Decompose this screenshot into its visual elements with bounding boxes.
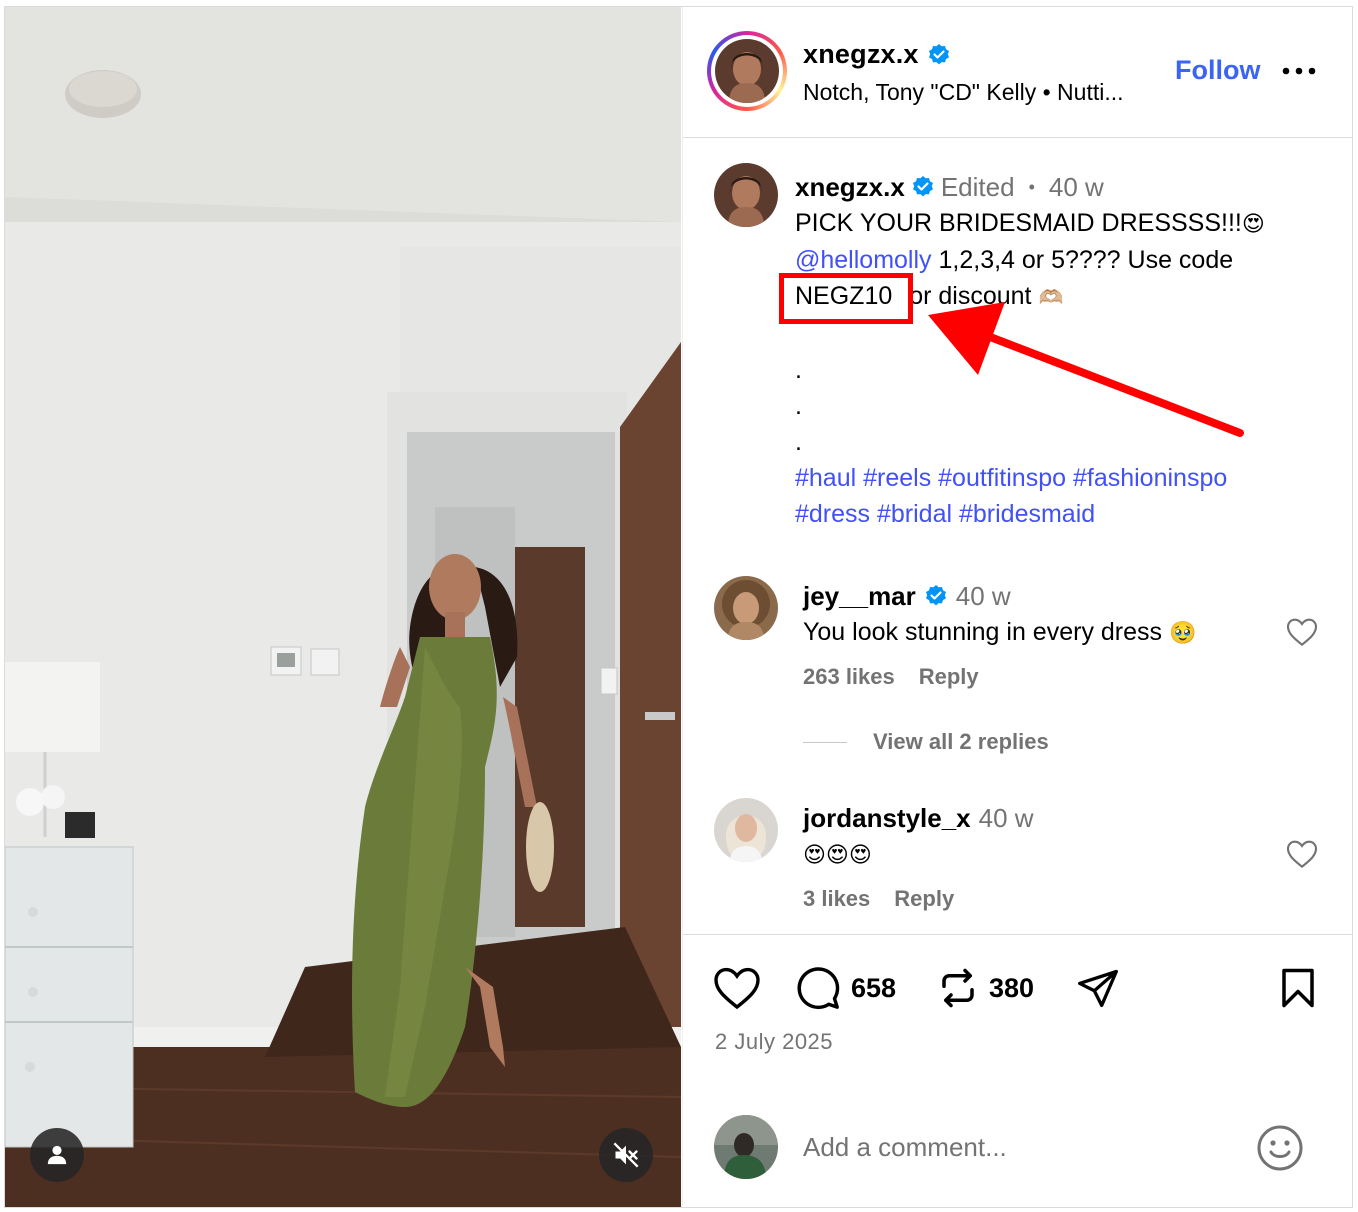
view-replies-label: View all 2 replies [873,729,1049,754]
separator-dot: • [1028,177,1035,197]
comment-text: 😍😍😍 [803,842,872,867]
repost-count: 380 [989,972,1035,1003]
caption-line-2: 1,2,3,4 or 5???? Use code [931,246,1234,274]
repost-button[interactable]: 380 [937,967,1034,1009]
heart-outline-icon [714,967,760,1010]
commenter-username[interactable]: jey__mar [803,578,916,614]
commenter-username[interactable]: jordanstyle_x [803,800,971,836]
save-button[interactable] [1279,967,1317,1009]
audio-track-link[interactable]: Notch, Tony "CD" Kelly • Nutti... [803,79,1124,106]
pleading-face-emoji: 🥹 [1168,620,1197,645]
comments-scroll-area[interactable]: xnegzx.x Edited • 40 w PICK YOUR BRIDESM… [683,139,1352,934]
verified-badge-icon [912,176,933,197]
comment-bubble-icon [797,967,840,1010]
post-date[interactable]: 2 July 2025 [715,1029,833,1055]
more-horizontal-icon [1282,67,1316,75]
commenter-avatar[interactable] [714,576,778,640]
discount-code: NEGZ10 [795,282,893,310]
follow-button[interactable]: Follow [1175,55,1260,86]
post-actions: 658 380 2 July 2025 [683,934,1352,1097]
caption-author-avatar[interactable] [714,163,778,227]
verified-badge-icon [925,585,946,606]
comment-timestamp[interactable]: 40 w [979,800,1034,836]
edited-label: Edited [940,172,1015,202]
reply-button[interactable]: Reply [919,664,979,690]
repost-icon [942,968,974,1008]
reply-button[interactable]: Reply [894,886,954,912]
comment-likes-count[interactable]: 263 likes [803,664,895,690]
post-modal: xnegzx.x Notch, Tony "CD" Kelly • Nutti.… [4,6,1353,1208]
comment-button[interactable]: 658 [795,967,897,1010]
heart-outline-icon [1286,840,1318,869]
hashtags-line-1[interactable]: #haul #reels #outfitinspo #fashioninspo [795,460,1335,496]
caption-line-1: PICK YOUR BRIDESMAID DRESSSS!!! [795,209,1242,237]
replies-divider [803,741,847,743]
video-frame-image [5,7,681,1207]
caption-dot-3: . [795,428,802,456]
comment-likes-count[interactable]: 3 likes [803,886,870,912]
heart-hands-emoji: 🫶🏼 [1038,287,1064,309]
current-user-avatar [714,1115,778,1179]
more-options-button[interactable] [1279,59,1319,83]
send-paper-plane-icon [1078,969,1118,1008]
commenter-avatar[interactable] [714,798,778,862]
author-username-row[interactable]: xnegzx.x [803,39,951,70]
hashtags-line-2[interactable]: #dress #bridal #bridesmaid [795,496,1335,532]
caption-timestamp[interactable]: 40 w [1049,169,1104,205]
user-icon [47,1145,67,1165]
view-replies-button[interactable]: View all 2 replies [803,729,1049,755]
heart-eyes-emoji: 😍 [1241,211,1265,236]
post-header: xnegzx.x Notch, Tony "CD" Kelly • Nutti.… [683,7,1352,138]
speaker-muted-icon [613,1142,639,1168]
caption-line-3: or discount [902,282,1039,310]
post-video[interactable] [5,7,681,1207]
bookmark-icon [1282,968,1314,1008]
like-comment-button[interactable] [1284,836,1320,872]
post-details-panel: xnegzx.x Notch, Tony "CD" Kelly • Nutti.… [682,7,1352,1207]
emoji-picker-button[interactable] [1255,1123,1305,1173]
verified-badge-icon [928,43,949,64]
like-button[interactable] [713,967,761,1010]
mention-link[interactable]: @hellomolly [795,246,932,274]
heart-outline-icon [1286,618,1318,647]
add-comment-input[interactable] [803,1123,1223,1171]
comment-count: 658 [851,972,897,1003]
add-comment-bar [683,1097,1352,1207]
caption-dot-1: . [795,356,802,384]
caption-text: xnegzx.x Edited • 40 w PICK YOUR BRIDESM… [778,169,1335,532]
like-comment-button[interactable] [1284,614,1320,650]
smiley-face-icon [1257,1125,1303,1171]
author-avatar [715,39,779,103]
caption-username[interactable]: xnegzx.x [795,169,905,205]
author-username[interactable]: xnegzx.x [803,39,919,70]
tagged-people-button[interactable] [30,1128,84,1182]
author-avatar-story-ring[interactable] [707,31,787,111]
mute-toggle-button[interactable] [599,1128,653,1182]
comment-text: You look stunning in every dress [803,618,1169,646]
comment-timestamp[interactable]: 40 w [956,578,1011,614]
share-button[interactable] [1075,967,1121,1009]
discount-code-highlight: NEGZ10 [778,273,914,324]
caption-dot-2: . [795,392,802,420]
